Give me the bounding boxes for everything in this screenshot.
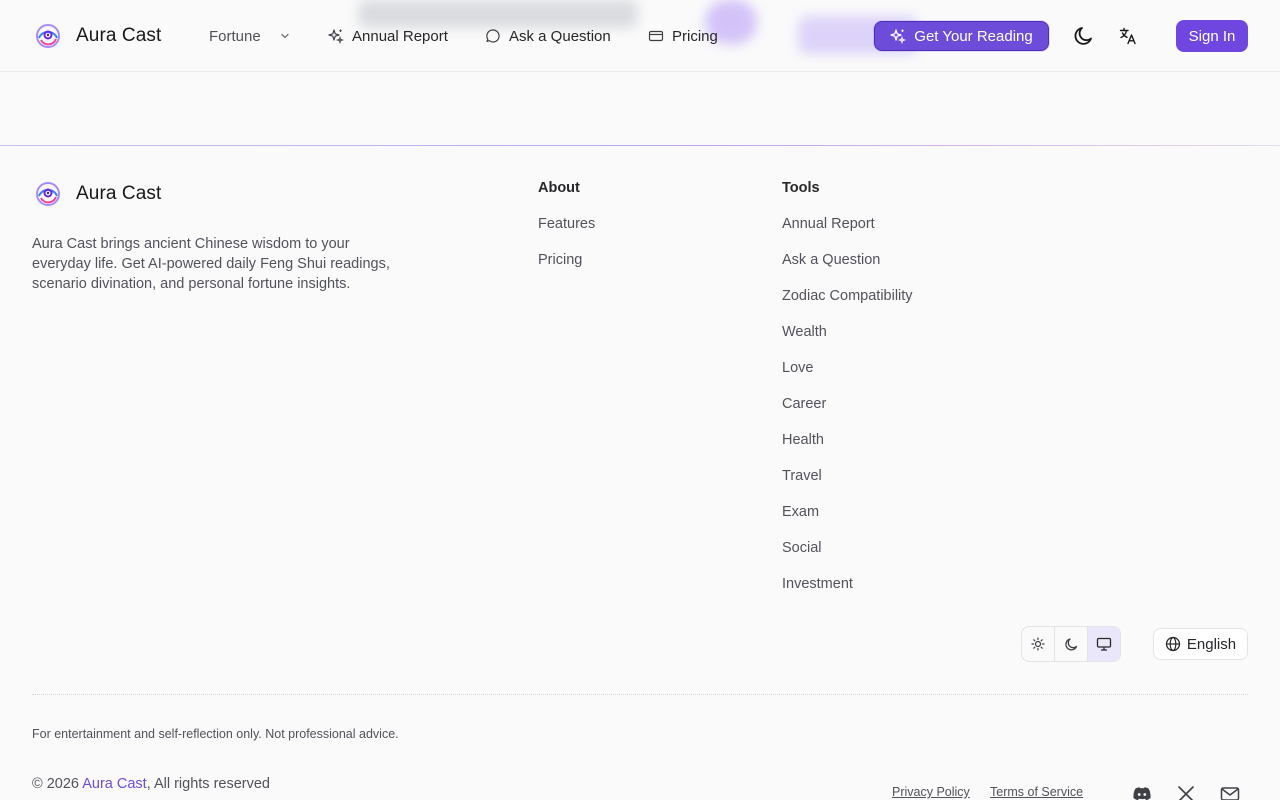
theme-selector — [1021, 626, 1121, 662]
theme-system-option[interactable] — [1088, 627, 1120, 661]
footer-link-pricing[interactable]: Pricing — [538, 252, 582, 268]
footer-link-travel[interactable]: Travel — [782, 468, 822, 484]
terms-of-service-link[interactable]: Terms of Service — [990, 785, 1083, 799]
credit-card-icon — [648, 30, 664, 42]
language-switcher[interactable] — [1114, 22, 1142, 50]
monitor-icon — [1096, 637, 1112, 651]
header-brand[interactable]: Aura Cast — [34, 22, 161, 50]
scrolled-content-shadow — [358, 0, 638, 28]
footer-link-ask-question[interactable]: Ask a Question — [782, 252, 880, 268]
footer-description: Aura Cast brings ancient Chinese wisdom … — [32, 236, 390, 292]
sparkles-icon — [328, 29, 344, 44]
footer-link-annual-report[interactable]: Annual Report — [782, 216, 875, 232]
nav-ask-question[interactable]: Ask a Question — [485, 26, 611, 46]
aura-logo-icon — [36, 24, 60, 48]
footer-link-wealth[interactable]: Wealth — [782, 324, 827, 340]
footer-link-exam[interactable]: Exam — [782, 504, 819, 520]
footer-link-social[interactable]: Social — [782, 540, 822, 556]
footer-brand-name: Aura Cast — [76, 183, 162, 204]
copyright-prefix: © 2026 — [32, 776, 83, 792]
copyright-suffix: , All rights reserved — [146, 776, 270, 792]
theme-dark-option[interactable] — [1055, 627, 1088, 661]
footer-disclaimer: For entertainment and self-reflection on… — [32, 727, 399, 741]
theme-light-option[interactable] — [1022, 627, 1055, 661]
footer-link-features[interactable]: Features — [538, 216, 595, 232]
footer-link-career[interactable]: Career — [782, 396, 826, 412]
moon-icon — [1074, 27, 1092, 45]
dark-mode-toggle[interactable] — [1070, 22, 1098, 50]
privacy-policy-link[interactable]: Privacy Policy — [892, 785, 970, 799]
footer-about-title: About — [538, 180, 580, 196]
footer-copyright: © 2026 Aura Cast, All rights reserved — [32, 776, 270, 792]
footer-link-love[interactable]: Love — [782, 360, 813, 376]
message-circle-icon — [486, 29, 500, 43]
footer-language-label: English — [1186, 635, 1237, 653]
mail-icon[interactable] — [1219, 783, 1241, 800]
sparkles-icon — [890, 29, 907, 44]
footer-divider — [0, 145, 1280, 146]
x-icon[interactable] — [1175, 783, 1197, 800]
chevron-down-icon — [281, 33, 289, 39]
brand-name: Aura Cast — [76, 25, 162, 46]
translate-icon — [1119, 27, 1136, 45]
copyright-brand-link[interactable]: Aura Cast — [82, 776, 146, 792]
globe-icon — [1165, 636, 1181, 652]
nav-pricing[interactable]: Pricing — [648, 26, 718, 46]
nav-fortune-label: Fortune — [209, 27, 261, 45]
sign-in-button[interactable]: Sign In — [1176, 20, 1248, 52]
footer-brand[interactable]: Aura Cast — [34, 180, 161, 208]
discord-icon[interactable] — [1131, 783, 1153, 800]
footer-dotted-divider — [32, 694, 1248, 695]
sun-icon — [1031, 637, 1045, 651]
footer-link-health[interactable]: Health — [782, 432, 824, 448]
top-navbar: Aura Cast Fortune Annual Report Ask a Qu… — [0, 0, 1280, 72]
footer-link-investment[interactable]: Investment — [782, 576, 853, 592]
get-reading-button[interactable]: Get Your Reading — [874, 21, 1049, 51]
nav-annual-report[interactable]: Annual Report — [328, 26, 448, 46]
footer-tools-title: Tools — [782, 180, 820, 196]
nav-pricing-label: Pricing — [672, 27, 718, 45]
moon-icon — [1064, 637, 1077, 650]
nav-annual-report-label: Annual Report — [352, 27, 448, 45]
footer-language-button[interactable]: English — [1153, 628, 1248, 660]
get-reading-label: Get Your Reading — [914, 27, 1033, 45]
aura-logo-icon — [36, 182, 60, 206]
nav-ask-question-label: Ask a Question — [509, 27, 611, 45]
nav-fortune-dropdown[interactable]: Fortune — [209, 26, 291, 46]
footer-link-zodiac-compatibility[interactable]: Zodiac Compatibility — [782, 288, 913, 304]
